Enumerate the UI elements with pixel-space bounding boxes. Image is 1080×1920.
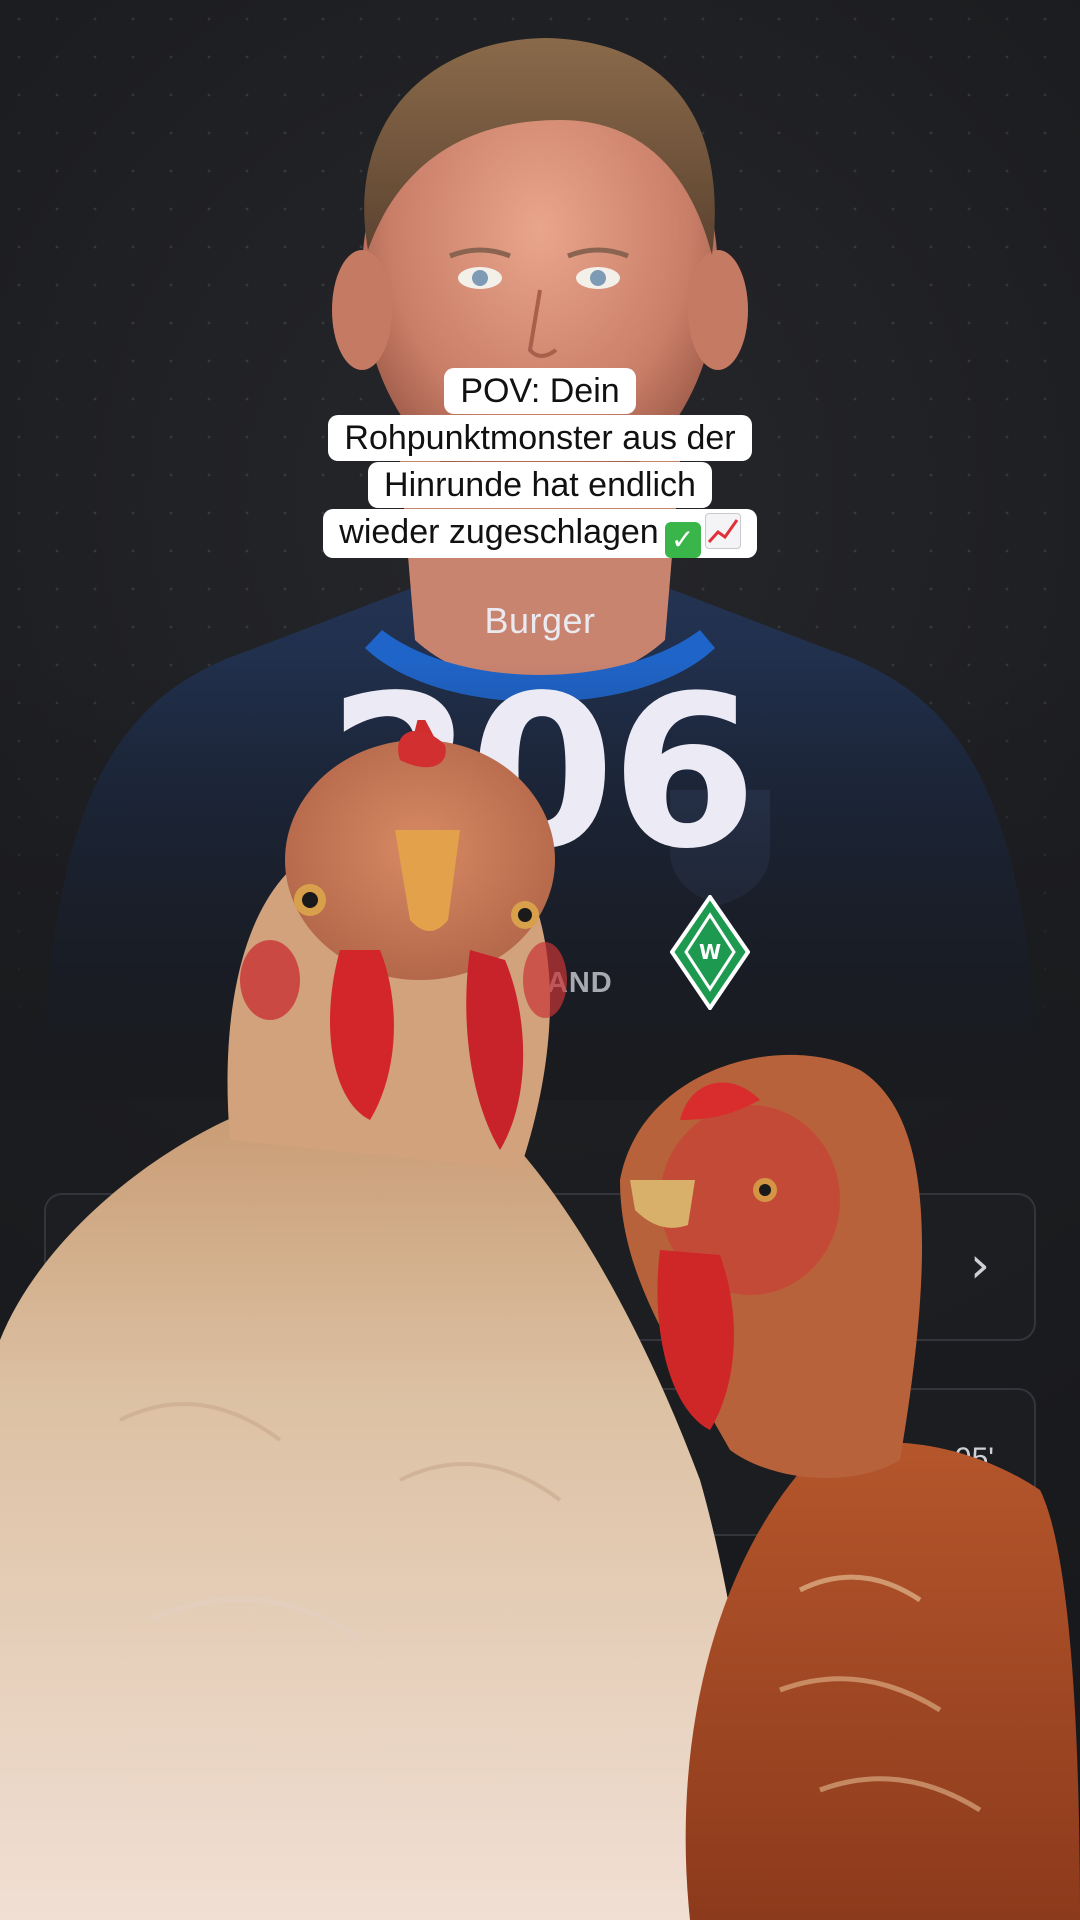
- caption-line-4-wrap: wieder zugeschlagen ✓: [323, 509, 757, 558]
- caption-line-2: Rohpunktmonster aus der: [328, 415, 752, 461]
- check-mark-button-icon: ✓: [664, 522, 701, 558]
- caption-line-3: Hinrunde hat endlich: [368, 462, 712, 508]
- player-name: Burger: [484, 600, 596, 641]
- caption-line-4: wieder zugeschlagen: [339, 513, 659, 551]
- caption-line-1: POV: Dein: [444, 368, 636, 414]
- brown-chicken-image: [620, 1054, 1080, 1920]
- chart-increasing-icon: [704, 513, 741, 549]
- caption-overlay: POV: Dein Rohpunktmonster aus der Hinrun…: [0, 368, 1080, 558]
- video-frame: Burger 206 0 STAND W +5 › 95': [0, 0, 1080, 1920]
